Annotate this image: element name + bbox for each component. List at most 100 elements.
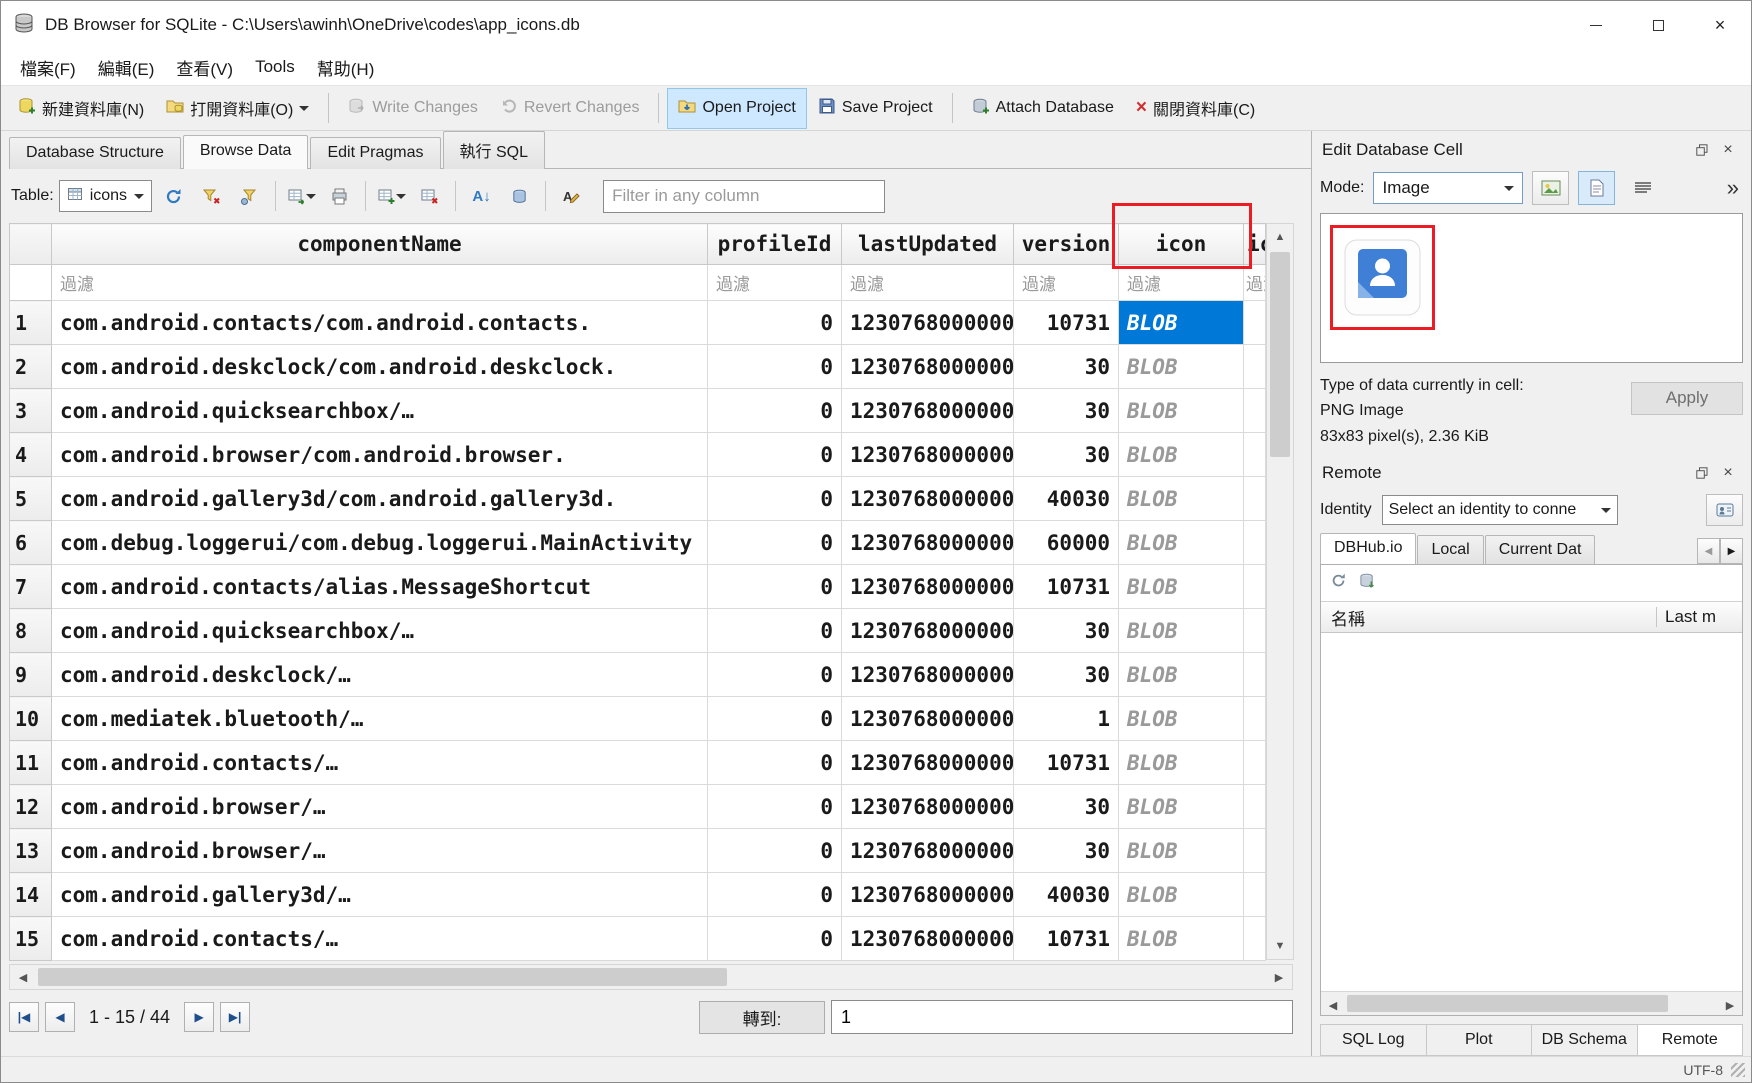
filter-clipped[interactable]: 過濾	[1244, 265, 1266, 301]
cell-lastUpdated[interactable]: 1230768000000	[842, 741, 1014, 785]
cell-version[interactable]: 10731	[1014, 301, 1119, 345]
toolbar-overflow-button[interactable]: »	[1727, 175, 1743, 201]
row-number[interactable]: 13	[10, 829, 52, 873]
row-number[interactable]: 8	[10, 609, 52, 653]
float-panel-button[interactable]	[1689, 462, 1715, 484]
cell-lastUpdated[interactable]: 1230768000000	[842, 521, 1014, 565]
cell-clipped[interactable]	[1244, 389, 1266, 433]
cell-clipped[interactable]	[1244, 785, 1266, 829]
cell-profileId[interactable]: 0	[708, 477, 842, 521]
cell-icon-blob[interactable]: BLOB	[1119, 565, 1244, 609]
cell-clipped[interactable]	[1244, 345, 1266, 389]
cell-version[interactable]: 10731	[1014, 741, 1119, 785]
cell-version[interactable]: 30	[1014, 785, 1119, 829]
filter-profileId[interactable]: 過濾	[708, 265, 842, 301]
cell-icon-blob[interactable]: BLOB	[1119, 521, 1244, 565]
cell-lastUpdated[interactable]: 1230768000000	[842, 609, 1014, 653]
cell-componentName[interactable]: com.android.contacts/com.android.contact…	[52, 301, 708, 345]
cell-profileId[interactable]: 0	[708, 873, 842, 917]
cell-icon-blob[interactable]: BLOB	[1119, 477, 1244, 521]
remote-column-name[interactable]: 名稱	[1321, 605, 1656, 630]
cell-lastUpdated[interactable]: 1230768000000	[842, 829, 1014, 873]
cell-icon-blob[interactable]: BLOB	[1119, 829, 1244, 873]
goto-button[interactable]: 轉到:	[699, 1001, 825, 1034]
column-header-lastUpdated[interactable]: lastUpdated	[842, 224, 1014, 265]
import-certificate-button[interactable]	[1706, 494, 1743, 526]
close-database-button[interactable]: × 關閉資料庫(C)	[1125, 87, 1266, 129]
cell-profileId[interactable]: 0	[708, 653, 842, 697]
cell-version[interactable]: 10731	[1014, 917, 1119, 961]
last-page-button[interactable]: ▶|	[220, 1002, 250, 1032]
tab-edit-pragmas[interactable]: Edit Pragmas	[310, 137, 440, 169]
grid-corner[interactable]	[10, 224, 52, 265]
text-mode-button[interactable]	[1578, 171, 1615, 205]
cell-lastUpdated[interactable]: 1230768000000	[842, 653, 1014, 697]
encoding-button[interactable]	[503, 180, 536, 213]
close-button[interactable]: ×	[1689, 1, 1751, 49]
cell-clipped[interactable]	[1244, 477, 1266, 521]
goto-record-input[interactable]	[831, 1000, 1293, 1034]
cell-icon-blob[interactable]: BLOB	[1119, 609, 1244, 653]
sort-button[interactable]: A↓	[465, 180, 498, 213]
revert-changes-button[interactable]: Revert Changes	[489, 88, 651, 129]
remote-refresh-button[interactable]	[1330, 572, 1347, 594]
row-number[interactable]: 3	[10, 389, 52, 433]
column-header-icon[interactable]: icon	[1119, 224, 1244, 265]
cell-componentName[interactable]: com.android.deskclock/com.android.deskcl…	[52, 345, 708, 389]
cell-profileId[interactable]: 0	[708, 521, 842, 565]
cell-componentName[interactable]: com.android.gallery3d/com.android.galler…	[52, 477, 708, 521]
filter-lastUpdated[interactable]: 過濾	[842, 265, 1014, 301]
cell-clipped[interactable]	[1244, 873, 1266, 917]
cell-version[interactable]: 30	[1014, 433, 1119, 477]
cell-version[interactable]: 1	[1014, 697, 1119, 741]
export-table-button[interactable]	[285, 180, 318, 213]
cell-icon-blob[interactable]: BLOB	[1119, 345, 1244, 389]
table-row[interactable]: 2 com.android.deskclock/com.android.desk…	[10, 345, 1266, 389]
cell-clipped[interactable]	[1244, 565, 1266, 609]
cell-componentName[interactable]: com.android.deskclock/…	[52, 653, 708, 697]
minimize-button[interactable]	[1565, 1, 1627, 49]
scroll-left-button[interactable]: ◀	[1321, 992, 1345, 1018]
remote-tab-local[interactable]: Local	[1417, 535, 1483, 564]
remote-column-last-modified[interactable]: Last m	[1656, 607, 1742, 627]
global-filter-input[interactable]	[603, 180, 885, 213]
cell-version[interactable]: 30	[1014, 345, 1119, 389]
cell-componentName[interactable]: com.android.contacts/…	[52, 741, 708, 785]
cell-profileId[interactable]: 0	[708, 697, 842, 741]
table-row[interactable]: 1 com.android.contacts/com.android.conta…	[10, 301, 1266, 345]
cell-profileId[interactable]: 0	[708, 389, 842, 433]
menu-edit[interactable]: 編輯(E)	[87, 50, 166, 85]
identity-select[interactable]: Select an identity to conne	[1382, 495, 1618, 525]
save-project-button[interactable]: Save Project	[807, 88, 944, 129]
table-row[interactable]: 4 com.android.browser/com.android.browse…	[10, 433, 1266, 477]
cell-lastUpdated[interactable]: 1230768000000	[842, 873, 1014, 917]
cell-lastUpdated[interactable]: 1230768000000	[842, 433, 1014, 477]
row-number[interactable]: 4	[10, 433, 52, 477]
cell-profileId[interactable]: 0	[708, 301, 842, 345]
cell-profileId[interactable]: 0	[708, 829, 842, 873]
cell-profileId[interactable]: 0	[708, 433, 842, 477]
write-changes-button[interactable]: Write Changes	[337, 88, 489, 129]
mode-select[interactable]: Image	[1373, 172, 1523, 204]
hscroll-track[interactable]	[36, 965, 1266, 989]
cell-componentName[interactable]: com.android.browser/…	[52, 829, 708, 873]
resize-grip[interactable]	[1731, 1063, 1745, 1077]
cell-lastUpdated[interactable]: 1230768000000	[842, 785, 1014, 829]
close-panel-button[interactable]: ×	[1715, 139, 1741, 161]
column-header-version[interactable]: version	[1014, 224, 1119, 265]
remote-horizontal-scrollbar[interactable]: ◀ ▶	[1321, 991, 1742, 1015]
cell-version[interactable]: 30	[1014, 389, 1119, 433]
table-row[interactable]: 8 com.android.quicksearchbox/… 0 1230768…	[10, 609, 1266, 653]
table-row[interactable]: 10 com.mediatek.bluetooth/… 0 1230768000…	[10, 697, 1266, 741]
cell-clipped[interactable]	[1244, 301, 1266, 345]
table-row[interactable]: 15 com.android.contacts/… 0 123076800000…	[10, 917, 1266, 961]
table-row[interactable]: 5 com.android.gallery3d/com.android.gall…	[10, 477, 1266, 521]
tab-db-schema[interactable]: DB Schema	[1532, 1025, 1638, 1055]
menu-help[interactable]: 幫助(H)	[306, 50, 386, 85]
cell-lastUpdated[interactable]: 1230768000000	[842, 389, 1014, 433]
filter-componentName[interactable]: 過濾	[52, 265, 708, 301]
cell-componentName[interactable]: com.mediatek.bluetooth/…	[52, 697, 708, 741]
vscroll-thumb[interactable]	[1270, 252, 1290, 457]
word-wrap-button[interactable]	[1624, 171, 1661, 205]
cell-componentName[interactable]: com.android.contacts/…	[52, 917, 708, 961]
